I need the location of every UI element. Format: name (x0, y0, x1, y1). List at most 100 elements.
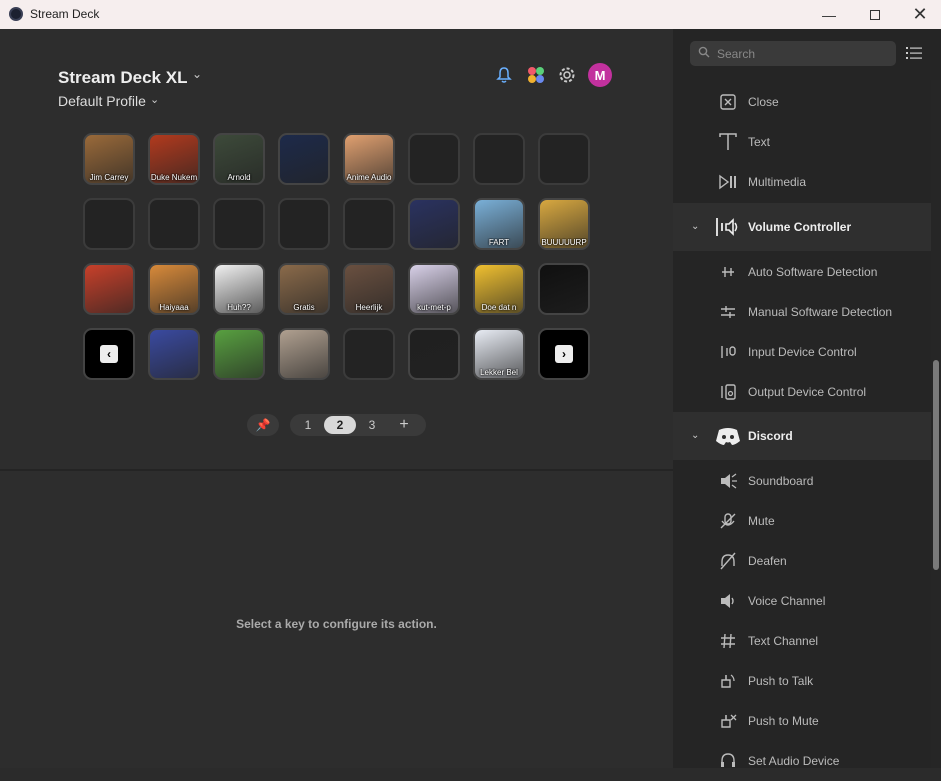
action-label: Deafen (748, 554, 787, 568)
text-icon (717, 132, 739, 152)
action-item[interactable]: Push to Talk (673, 661, 931, 701)
action-item[interactable]: Mute (673, 501, 931, 541)
action-item[interactable]: Close (673, 82, 931, 122)
add-page-button[interactable]: + (388, 416, 420, 434)
bell-icon[interactable] (493, 64, 515, 86)
action-item[interactable]: Output Device Control (673, 372, 931, 412)
key-label: Duke Nukem (150, 173, 198, 182)
action-item[interactable]: Input Device Control (673, 332, 931, 372)
action-item[interactable]: Manual Software Detection (673, 292, 931, 332)
search-placeholder: Search (717, 47, 756, 61)
category-header[interactable]: ⌄ Discord (673, 412, 931, 460)
key-label: Haiyaaa (159, 303, 189, 312)
action-key[interactable] (148, 328, 200, 380)
headset-icon (717, 751, 739, 771)
page-selector: 1 2 3 + (290, 414, 426, 436)
action-label: Text (748, 135, 771, 149)
action-label: Auto Software Detection (748, 265, 878, 279)
category-label: Discord (748, 429, 793, 443)
action-item[interactable]: Deafen (673, 541, 931, 581)
action-key[interactable] (408, 328, 460, 380)
action-key[interactable]: Jim Carrey (83, 133, 135, 185)
action-key[interactable]: Heerlijk (343, 263, 395, 315)
action-key[interactable] (278, 133, 330, 185)
action-item[interactable]: Set Audio Device (673, 741, 931, 781)
action-label: Push to Talk (748, 674, 814, 688)
empty-key[interactable] (148, 198, 200, 250)
action-label: Push to Mute (748, 714, 819, 728)
action-label: Voice Channel (748, 594, 826, 608)
minimize-button[interactable]: — (806, 0, 852, 29)
scrollbar-thumb[interactable] (933, 360, 939, 570)
push-to-mute-icon (717, 711, 739, 731)
empty-key[interactable] (278, 198, 330, 250)
key-label: BUUUUURP (541, 238, 587, 247)
action-key[interactable]: Huh?? (213, 263, 265, 315)
gear-icon[interactable] (556, 64, 578, 86)
maximize-button[interactable] (852, 0, 898, 29)
key-label: Jim Carrey (89, 173, 129, 182)
empty-key[interactable] (83, 198, 135, 250)
action-key[interactable]: BUUUUURP (538, 198, 590, 250)
action-item[interactable]: Multimedia (673, 162, 931, 202)
page-1-button[interactable]: 1 (292, 416, 324, 434)
chevron-down-icon[interactable]: ⌄ (691, 430, 699, 441)
action-item[interactable]: Voice Channel (673, 581, 931, 621)
action-key[interactable] (278, 328, 330, 380)
action-key[interactable]: kut-met-p (408, 263, 460, 315)
hash-icon (717, 631, 739, 651)
close-window-button[interactable]: ✕ (897, 0, 941, 29)
push-to-talk-icon (717, 671, 739, 691)
action-label: Mute (748, 514, 775, 528)
action-item[interactable]: Text Channel (673, 621, 931, 661)
empty-key[interactable] (473, 133, 525, 185)
plugin-store-icon[interactable] (525, 64, 547, 86)
empty-key[interactable] (213, 198, 265, 250)
close-box-icon (717, 92, 739, 112)
speaker-icon (717, 591, 739, 611)
device-dropdown-chevron-icon[interactable]: ⌄ (192, 67, 202, 81)
action-item[interactable]: Soundboard (673, 461, 931, 501)
action-key[interactable]: Gratis (278, 263, 330, 315)
key-label: Lekker Bel (480, 368, 518, 377)
category-header[interactable]: ⌄ Volume Controller (673, 203, 931, 251)
action-key[interactable] (538, 263, 590, 315)
action-key[interactable]: FART (473, 198, 525, 250)
action-key[interactable]: Anime Audio (343, 133, 395, 185)
pin-button[interactable]: 📌 (247, 414, 279, 436)
action-item[interactable]: Push to Mute (673, 701, 931, 741)
action-label: Set Audio Device (748, 754, 840, 768)
action-key[interactable] (213, 328, 265, 380)
chevron-down-icon[interactable]: ⌄ (691, 221, 699, 232)
action-key[interactable] (408, 198, 460, 250)
action-label: Input Device Control (748, 345, 857, 359)
action-key[interactable]: Doe dat n (473, 263, 525, 315)
key-label: Anime Audio (346, 173, 392, 182)
action-item[interactable]: Text (673, 122, 931, 162)
stream-deck-app-icon (9, 7, 23, 21)
empty-key[interactable] (538, 133, 590, 185)
search-input[interactable]: Search (690, 41, 896, 66)
action-item[interactable]: Auto Software Detection (673, 252, 931, 292)
empty-key[interactable] (343, 328, 395, 380)
action-key[interactable]: Haiyaaa (148, 263, 200, 315)
page-3-button[interactable]: 3 (356, 416, 388, 434)
action-key[interactable]: Lekker Bel (473, 328, 525, 380)
action-label: Manual Software Detection (748, 305, 893, 319)
previous-page-key[interactable]: ‹ (83, 328, 135, 380)
profile-dropdown-chevron-icon[interactable]: ⌄ (150, 93, 159, 106)
deafen-icon (717, 551, 739, 571)
title-bar: Stream Deck — ✕ (0, 0, 941, 29)
avatar[interactable]: M (588, 63, 612, 87)
action-key[interactable]: Duke Nukem (148, 133, 200, 185)
next-page-key[interactable]: › (538, 328, 590, 380)
window-title: Stream Deck (30, 7, 100, 21)
empty-key[interactable] (343, 198, 395, 250)
page-2-button[interactable]: 2 (324, 416, 356, 434)
list-view-icon[interactable] (906, 46, 922, 65)
profile-selector[interactable]: Default Profile (58, 93, 146, 109)
action-key[interactable] (83, 263, 135, 315)
action-key[interactable]: Arnold (213, 133, 265, 185)
device-name[interactable]: Stream Deck XL (58, 68, 187, 88)
empty-key[interactable] (408, 133, 460, 185)
